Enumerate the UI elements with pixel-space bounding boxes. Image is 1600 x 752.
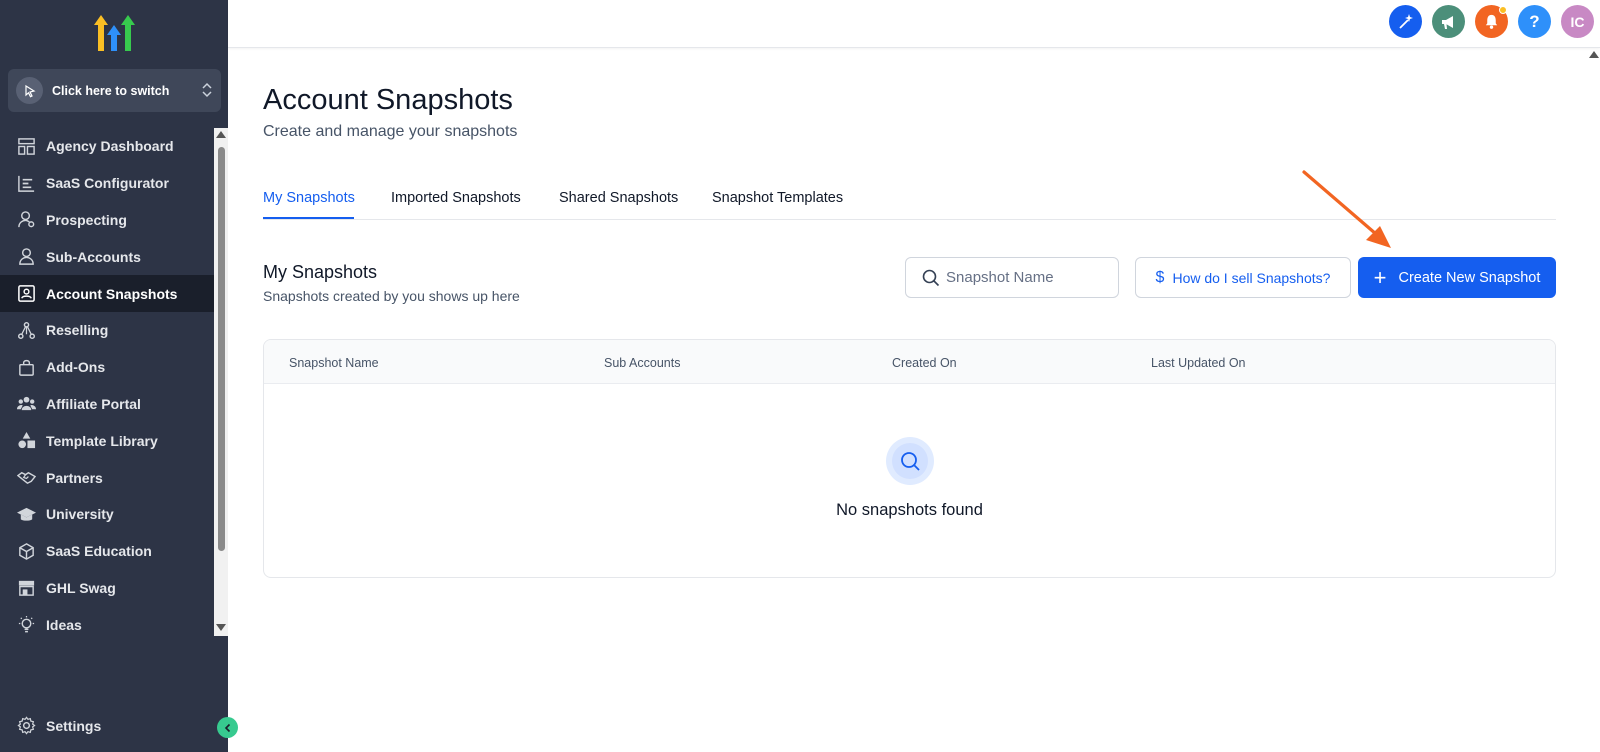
- snapshot-icon: [18, 285, 35, 302]
- sidebar-item-label: Ideas: [46, 616, 82, 633]
- column-header-sub-accounts[interactable]: Sub Accounts: [604, 356, 680, 370]
- section-title: My Snapshots: [263, 262, 378, 282]
- sidebar-item-label: University: [46, 506, 114, 523]
- section-subtitle: Snapshots created by you shows up here: [263, 288, 520, 304]
- sidebar-item-saas-education[interactable]: SaaS Education: [0, 533, 214, 570]
- users-icon: [17, 397, 36, 411]
- sidebar-item-label: Sub-Accounts: [46, 248, 141, 265]
- empty-state-search-icon: [886, 437, 934, 485]
- sidebar-scrollbar-thumb[interactable]: [218, 147, 225, 551]
- user-icon: [19, 248, 34, 266]
- dollar-icon: $: [1155, 268, 1165, 286]
- collapse-sidebar-button[interactable]: [217, 717, 238, 738]
- highlevel-logo-icon[interactable]: [94, 13, 138, 53]
- sidebar-item-label: Add-Ons: [46, 359, 106, 376]
- sidebar-item-settings[interactable]: Settings: [17, 716, 101, 735]
- switcher-label: Click here to switch: [52, 83, 170, 98]
- sidebar-item-affiliate-portal[interactable]: Affiliate Portal: [0, 386, 214, 423]
- sidebar-item-label: Partners: [46, 469, 103, 486]
- dashboard-icon: [18, 138, 35, 155]
- tab-snapshot-templates[interactable]: Snapshot Templates: [712, 190, 843, 206]
- sidebar-item-reselling[interactable]: Reselling: [0, 312, 214, 349]
- ai-sparkle-icon[interactable]: [1389, 5, 1422, 38]
- sidebar: Click here to switch Agency Dashboard Sa…: [0, 0, 238, 752]
- chart-icon: [18, 175, 35, 192]
- sidebar-item-ideas[interactable]: Ideas: [0, 606, 214, 643]
- snapshots-table: Snapshot Name Sub Accounts Created On La…: [263, 339, 1556, 578]
- sidebar-item-partners[interactable]: Partners: [0, 459, 214, 496]
- sidebar-item-label: Prospecting: [46, 211, 127, 228]
- column-header-snapshot-name[interactable]: Snapshot Name: [289, 356, 379, 370]
- scroll-up-arrow-icon[interactable]: [216, 131, 226, 138]
- search-input[interactable]: [946, 269, 1106, 286]
- sidebar-item-template-library[interactable]: Template Library: [0, 422, 214, 459]
- create-snapshot-label: Create New Snapshot: [1398, 269, 1541, 286]
- sidebar-item-agency-dashboard[interactable]: Agency Dashboard: [0, 128, 214, 165]
- sidebar-item-label: Template Library: [46, 432, 158, 449]
- sidebar-item-label: Affiliate Portal: [46, 395, 141, 412]
- page-scroll-up-arrow-icon[interactable]: [1589, 51, 1599, 58]
- tab-imported-snapshots[interactable]: Imported Snapshots: [391, 190, 521, 206]
- tab-shared-snapshots[interactable]: Shared Snapshots: [559, 190, 678, 206]
- top-bar: ? IC: [228, 0, 1600, 48]
- prospect-user-icon: [18, 211, 35, 228]
- sidebar-item-ghl-swag[interactable]: GHL Swag: [0, 570, 214, 607]
- sidebar-item-label: GHL Swag: [46, 579, 116, 596]
- megaphone-icon[interactable]: [1432, 5, 1465, 38]
- pointer-icon: [16, 77, 43, 104]
- sidebar-item-account-snapshots[interactable]: Account Snapshots: [0, 275, 214, 312]
- sidebar-item-university[interactable]: University: [0, 496, 214, 533]
- shapes-icon: [18, 432, 36, 449]
- lightbulb-icon: [18, 616, 35, 633]
- column-header-last-updated-on[interactable]: Last Updated On: [1151, 356, 1246, 370]
- scroll-down-arrow-icon[interactable]: [216, 624, 226, 631]
- page-subtitle: Create and manage your snapshots: [263, 123, 518, 140]
- sidebar-item-label: Reselling: [46, 322, 109, 339]
- settings-label: Settings: [46, 717, 102, 734]
- create-new-snapshot-button[interactable]: + Create New Snapshot: [1358, 257, 1556, 298]
- how-to-sell-snapshots-button[interactable]: $ How do I sell Snapshots?: [1135, 257, 1351, 298]
- tab-my-snapshots[interactable]: My Snapshots: [263, 190, 355, 206]
- sidebar-item-label: Agency Dashboard: [46, 138, 174, 155]
- help-icon[interactable]: ?: [1518, 5, 1551, 38]
- sidebar-item-label: SaaS Configurator: [46, 175, 169, 192]
- shopping-bag-icon: [19, 359, 34, 376]
- sidebar-item-add-ons[interactable]: Add-Ons: [0, 349, 214, 386]
- empty-state-text: No snapshots found: [836, 501, 983, 519]
- account-switcher[interactable]: Click here to switch: [8, 69, 221, 112]
- avatar[interactable]: IC: [1561, 5, 1594, 38]
- how-to-sell-label: How do I sell Snapshots?: [1172, 269, 1331, 286]
- table-header: Snapshot Name Sub Accounts Created On La…: [264, 340, 1555, 384]
- sidebar-nav: Agency Dashboard SaaS Configurator Prosp…: [0, 128, 214, 643]
- sidebar-item-label: SaaS Education: [46, 543, 152, 560]
- store-icon: [18, 581, 35, 597]
- sidebar-item-prospecting[interactable]: Prospecting: [0, 202, 214, 239]
- notification-dot: [1499, 6, 1507, 14]
- annotation-arrow-icon: [1302, 170, 1391, 248]
- gear-icon: [17, 716, 36, 735]
- plus-icon: +: [1373, 264, 1387, 290]
- bell-icon[interactable]: [1475, 5, 1508, 38]
- sidebar-item-sub-accounts[interactable]: Sub-Accounts: [0, 238, 214, 275]
- snapshot-search[interactable]: [905, 257, 1119, 298]
- handshake-icon: [17, 471, 36, 485]
- sidebar-item-label: Account Snapshots: [46, 285, 178, 302]
- chevron-left-icon: [224, 723, 230, 732]
- graduation-cap-icon: [17, 507, 36, 521]
- active-tab-indicator: [263, 217, 354, 219]
- page-title: Account Snapshots: [263, 84, 513, 116]
- search-icon: [922, 269, 940, 286]
- network-icon: [17, 321, 36, 339]
- column-header-created-on[interactable]: Created On: [892, 356, 957, 370]
- chevron-up-down-icon: [202, 82, 212, 98]
- cube-icon: [19, 542, 34, 560]
- sidebar-item-saas-configurator[interactable]: SaaS Configurator: [0, 165, 214, 202]
